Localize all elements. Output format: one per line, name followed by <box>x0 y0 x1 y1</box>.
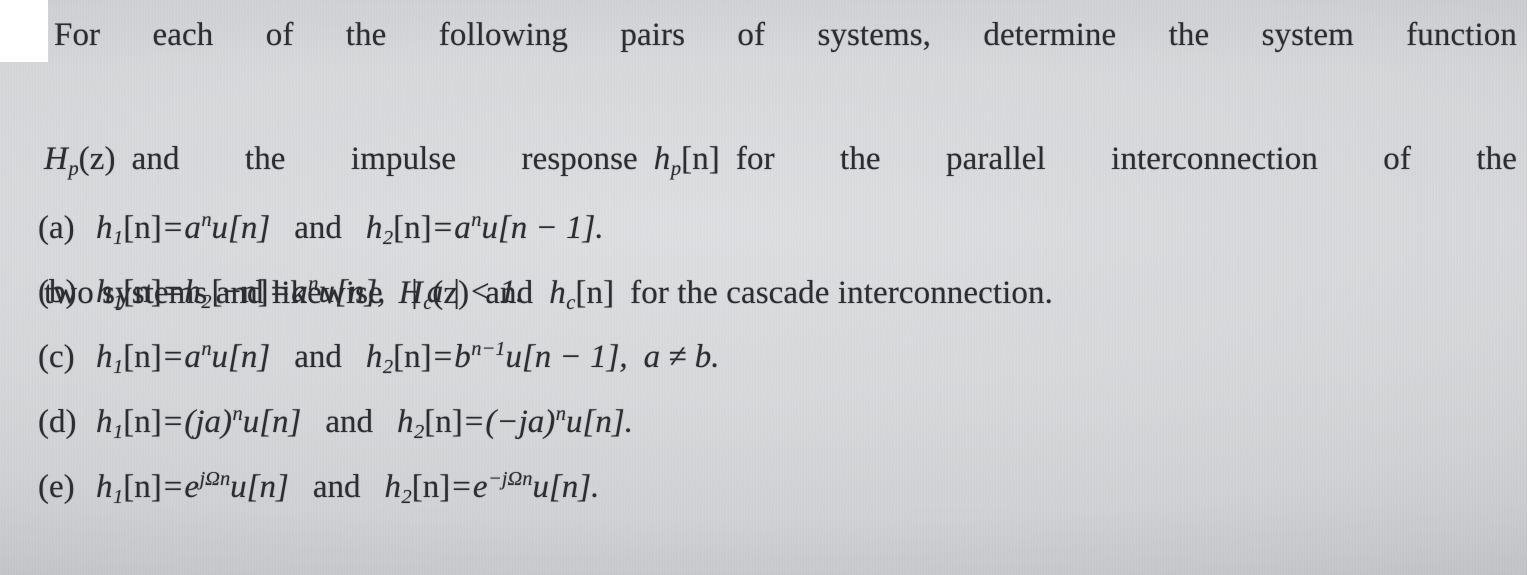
problem-item-b: (b) h1[n]=h2[−n]=anu[n], | a | < 1. <box>38 264 524 322</box>
impulse-response-hc: hc[n] <box>549 275 615 315</box>
item-c-condition: a ≠ b. <box>643 338 720 375</box>
system-function-Hp: Hp(z) <box>44 141 116 181</box>
scanned-page: For each of the following pairs of syste… <box>0 0 1527 575</box>
item-a-conjunction: and <box>294 209 342 246</box>
problem-item-a: (a) h1[n]=anu[n] and h2[n]=anu[n − 1]. <box>38 200 604 258</box>
item-d-equation-2: h2[n]=(−ja)nu[n]. <box>397 403 633 443</box>
statement-line-2-text-a: and the impulse response <box>131 141 638 177</box>
item-b-equation: h1[n]=h2[−n]=anu[n], <box>96 273 386 313</box>
item-label-a: (a) <box>38 209 75 246</box>
item-label-d: (d) <box>38 403 77 440</box>
item-e-equation-1: h1[n]=ejΩnu[n] <box>96 468 289 508</box>
white-corner-patch <box>0 0 48 62</box>
statement-line-3-text-b: for the cascade interconnection. <box>630 275 1053 312</box>
problem-item-e: (e) h1[n]=ejΩnu[n] and h2[n]=e−jΩnu[n]. <box>38 459 599 517</box>
item-a-equation-2: h2[n]=anu[n − 1]. <box>365 209 604 249</box>
item-d-conjunction: and <box>325 403 374 440</box>
item-b-condition: | a | < 1. <box>409 273 525 310</box>
item-label-c: (c) <box>38 338 75 375</box>
problem-item-c: (c) h1[n]=anu[n] and h2[n]=bn−1u[n − 1], a ≠… <box>38 329 720 387</box>
item-c-equation-1: h1[n]=anu[n] <box>96 338 271 378</box>
item-e-equation-2: h2[n]=e−jΩnu[n]. <box>384 468 600 508</box>
item-c-equation-2: h2[n]=bn−1u[n − 1], <box>365 338 628 378</box>
item-a-equation-1: h1[n]=anu[n] <box>96 209 271 249</box>
item-c-conjunction: and <box>294 338 342 375</box>
impulse-response-hp: hp[n] <box>653 141 720 181</box>
problem-item-d: (d) h1[n]=(ja)nu[n] and h2[n]=(−ja)nu[n]. <box>38 394 633 452</box>
page-content: For each of the following pairs of syste… <box>0 0 1527 575</box>
statement-line-2-text-b: for the parallel interconnection of the <box>735 141 1518 177</box>
item-d-equation-1: h1[n]=(ja)nu[n] <box>96 403 302 443</box>
item-label-e: (e) <box>38 468 75 505</box>
item-e-conjunction: and <box>312 468 361 505</box>
statement-line-1: For each of the following pairs of syste… <box>54 17 1517 53</box>
item-label-b: (b) <box>38 273 77 310</box>
